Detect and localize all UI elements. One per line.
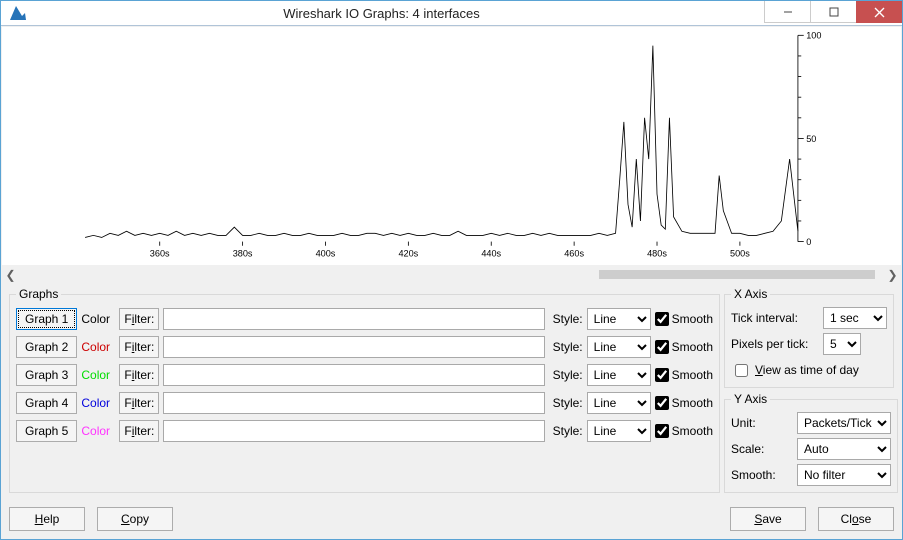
style-label: Style:	[553, 396, 583, 410]
style-select[interactable]: Line	[587, 392, 651, 414]
filter-input[interactable]	[163, 392, 544, 414]
style-select[interactable]: Line	[587, 336, 651, 358]
filter-input[interactable]	[163, 336, 544, 358]
svg-text:100: 100	[806, 31, 821, 41]
scroll-thumb[interactable]	[599, 270, 876, 279]
svg-text:50: 50	[806, 134, 816, 144]
scroll-right-icon[interactable]: ❯	[884, 266, 901, 283]
graph-row-5: Graph 5 Color Filter: Style: Line Smooth	[16, 419, 713, 443]
smooth-select[interactable]: No filter	[797, 464, 891, 486]
pixels-per-tick-select[interactable]: 5	[823, 333, 861, 355]
smooth-label: Smooth	[672, 340, 713, 354]
io-graph-chart[interactable]: 0 50 100 360s 380s 400s 420s 440s 460s 480s 500s	[2, 27, 901, 265]
smooth-checkbox-wrap[interactable]: Smooth	[655, 368, 713, 382]
color-label: Color	[81, 396, 115, 410]
graph-toggle-button[interactable]: Graph 5	[16, 420, 77, 442]
view-time-checkbox[interactable]	[735, 364, 748, 377]
scroll-left-icon[interactable]: ❮	[2, 266, 19, 283]
tick-interval-select[interactable]: 1 sec	[823, 307, 887, 329]
smooth-checkbox[interactable]	[655, 424, 669, 438]
unit-select[interactable]: Packets/Tick	[797, 412, 891, 434]
smooth-checkbox[interactable]	[655, 340, 669, 354]
smooth-checkbox[interactable]	[655, 312, 669, 326]
controls-area: Graphs Graph 1 Color Filter: Style: Line Smoo…	[1, 283, 902, 539]
style-label: Style:	[553, 424, 583, 438]
copy-button[interactable]: Copy	[97, 507, 173, 531]
scale-label: Scale:	[731, 442, 793, 456]
filter-input[interactable]	[163, 420, 544, 442]
filter-button[interactable]: Filter:	[119, 336, 159, 358]
smooth-label: Smooth:	[731, 468, 793, 482]
tick-interval-label: Tick interval:	[731, 311, 819, 325]
xaxis-panel: X Axis Tick interval: 1 sec Pixels per t…	[724, 287, 894, 388]
style-label: Style:	[553, 368, 583, 382]
window-controls	[764, 1, 902, 23]
xaxis-panel-title: X Axis	[731, 287, 770, 301]
bottom-button-bar: Help Copy Save Close	[9, 493, 894, 531]
color-label: Color	[81, 368, 115, 382]
smooth-label: Smooth	[672, 368, 713, 382]
svg-text:500s: 500s	[730, 249, 750, 259]
graph-row-2: Graph 2 Color Filter: Style: Line Smooth	[16, 335, 713, 359]
svg-text:380s: 380s	[233, 249, 253, 259]
smooth-label: Smooth	[672, 396, 713, 410]
filter-button[interactable]: Filter:	[119, 392, 159, 414]
graph-toggle-button[interactable]: Graph 3	[16, 364, 77, 386]
app-window: Wireshark IO Graphs: 4 interfaces 0 50 100…	[0, 0, 903, 540]
graph-row-3: Graph 3 Color Filter: Style: Line Smooth	[16, 363, 713, 387]
graph-row-1: Graph 1 Color Filter: Style: Line Smooth	[16, 307, 713, 331]
smooth-checkbox[interactable]	[655, 396, 669, 410]
smooth-checkbox[interactable]	[655, 368, 669, 382]
scale-select[interactable]: Auto	[797, 438, 891, 460]
svg-text:0: 0	[806, 237, 811, 247]
smooth-label: Smooth	[672, 312, 713, 326]
window-title: Wireshark IO Graphs: 4 interfaces	[1, 6, 762, 21]
smooth-checkbox-wrap[interactable]: Smooth	[655, 396, 713, 410]
scroll-track[interactable]	[19, 266, 884, 283]
color-label: Color	[81, 340, 115, 354]
view-time-label[interactable]: View as time of day	[755, 363, 859, 377]
svg-text:420s: 420s	[398, 249, 418, 259]
graphs-panel: Graphs Graph 1 Color Filter: Style: Line Smoo…	[9, 287, 720, 493]
smooth-checkbox-wrap[interactable]: Smooth	[655, 312, 713, 326]
unit-label: Unit:	[731, 416, 793, 430]
graphs-panel-title: Graphs	[16, 287, 61, 301]
graph-row-4: Graph 4 Color Filter: Style: Line Smooth	[16, 391, 713, 415]
yaxis-panel-title: Y Axis	[731, 392, 770, 406]
graph-toggle-button[interactable]: Graph 1	[16, 308, 77, 330]
color-label: Color	[81, 424, 115, 438]
save-button[interactable]: Save	[730, 507, 806, 531]
style-select[interactable]: Line	[587, 308, 651, 330]
yaxis-panel: Y Axis Unit: Packets/Tick Scale: Auto Sm…	[724, 392, 898, 493]
color-label: Color	[81, 312, 115, 326]
style-select[interactable]: Line	[587, 420, 651, 442]
close-button-bottom[interactable]: Close	[818, 507, 894, 531]
filter-input[interactable]	[163, 308, 544, 330]
filter-button[interactable]: Filter:	[119, 420, 159, 442]
chart-scrollbar[interactable]: ❮ ❯	[2, 266, 901, 283]
close-button[interactable]	[856, 1, 902, 23]
titlebar: Wireshark IO Graphs: 4 interfaces	[1, 1, 902, 26]
smooth-checkbox-wrap[interactable]: Smooth	[655, 424, 713, 438]
svg-text:360s: 360s	[150, 249, 170, 259]
filter-input[interactable]	[163, 364, 544, 386]
maximize-button[interactable]	[810, 1, 856, 23]
svg-text:460s: 460s	[564, 249, 584, 259]
help-button[interactable]: Help	[9, 507, 85, 531]
smooth-label: Smooth	[672, 424, 713, 438]
style-label: Style:	[553, 340, 583, 354]
filter-button[interactable]: Filter:	[119, 364, 159, 386]
svg-text:400s: 400s	[316, 249, 336, 259]
style-label: Style:	[553, 312, 583, 326]
smooth-checkbox-wrap[interactable]: Smooth	[655, 340, 713, 354]
app-icon-sharkfin	[7, 2, 29, 24]
minimize-button[interactable]	[764, 1, 810, 23]
style-select[interactable]: Line	[587, 364, 651, 386]
graph-toggle-button[interactable]: Graph 2	[16, 336, 77, 358]
filter-button[interactable]: Filter:	[119, 308, 159, 330]
svg-text:440s: 440s	[481, 249, 501, 259]
svg-text:480s: 480s	[647, 249, 667, 259]
pixels-per-tick-label: Pixels per tick:	[731, 337, 819, 351]
graph-toggle-button[interactable]: Graph 4	[16, 392, 77, 414]
